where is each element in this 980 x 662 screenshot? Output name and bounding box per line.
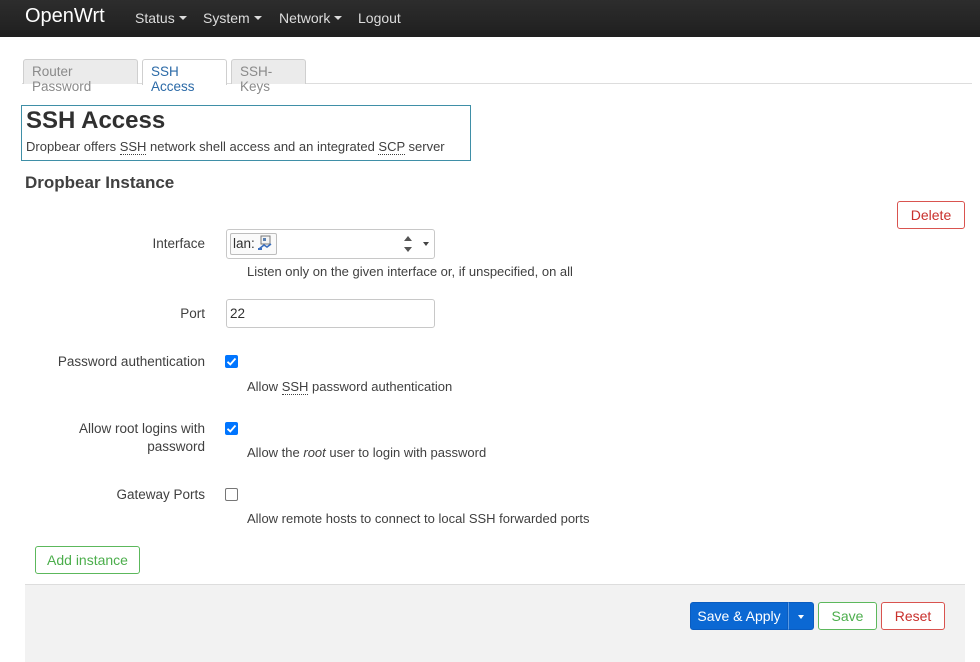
chevron-down-icon xyxy=(253,16,262,21)
menu-system-label: System xyxy=(203,10,250,26)
delete-button[interactable]: Delete xyxy=(897,201,965,229)
interface-spinner[interactable] xyxy=(403,234,413,254)
password-auth-label: Password authentication xyxy=(57,354,205,369)
page-title: SSH Access xyxy=(26,107,166,134)
abbr-ssh: SSH xyxy=(119,139,147,155)
menu-logout[interactable]: Logout xyxy=(358,10,401,26)
tab-router-password[interactable]: Router Password xyxy=(23,59,138,94)
desc-text: network shell access and an integrated xyxy=(146,139,379,154)
abbr-ssh: SSH xyxy=(281,379,309,395)
save-apply-button[interactable]: Save & Apply xyxy=(690,602,788,630)
root-login-checkbox[interactable] xyxy=(225,422,238,435)
hint-text: Allow the xyxy=(247,445,304,460)
root-login-hint: Allow the root user to login with passwo… xyxy=(247,445,486,460)
brand-logo[interactable]: OpenWrt xyxy=(25,5,105,28)
tab-ssh-keys[interactable]: SSH-Keys xyxy=(231,59,306,94)
interface-select[interactable]: lan: xyxy=(226,229,435,259)
hint-text: user to login with password xyxy=(325,445,487,460)
save-button[interactable]: Save xyxy=(818,602,877,630)
label-line: Allow root logins with xyxy=(78,421,205,436)
interface-chip: lan: xyxy=(230,233,277,255)
hint-text: Allow xyxy=(247,379,282,394)
gateway-ports-hint: Allow remote hosts to connect to local S… xyxy=(247,511,590,526)
gateway-ports-label: Gateway Ports xyxy=(116,487,205,502)
password-auth-hint: Allow SSH password authentication xyxy=(247,379,453,395)
root-login-label: Allow root logins with password xyxy=(15,420,205,456)
chevron-down-icon xyxy=(334,16,343,21)
chevron-down-icon xyxy=(798,615,804,619)
hint-emphasis: root xyxy=(303,445,326,460)
gateway-ports-checkbox[interactable] xyxy=(225,488,238,501)
reset-button[interactable]: Reset xyxy=(881,602,945,630)
password-auth-checkbox[interactable] xyxy=(225,355,238,368)
label-line: password xyxy=(147,439,205,454)
check-icon xyxy=(226,424,237,433)
abbr-scp: SCP xyxy=(378,139,405,155)
top-navbar: OpenWrt Status System Network Logout xyxy=(0,0,980,37)
desc-text: server xyxy=(404,139,445,154)
port-label: Port xyxy=(180,306,205,321)
menu-status[interactable]: Status xyxy=(135,10,187,26)
menu-network[interactable]: Network xyxy=(279,10,343,26)
menu-network-label: Network xyxy=(279,10,331,26)
add-instance-button[interactable]: Add instance xyxy=(35,546,140,574)
interface-hint: Listen only on the given interface or, i… xyxy=(247,264,573,279)
arrow-up-icon xyxy=(404,236,412,241)
port-input[interactable] xyxy=(226,299,435,328)
arrow-down-icon xyxy=(404,247,412,252)
menu-system[interactable]: System xyxy=(203,10,262,26)
chevron-down-icon[interactable] xyxy=(423,242,429,246)
page-header: SSH Access Dropbear offers SSH network s… xyxy=(21,105,471,161)
save-apply-dropdown-button[interactable] xyxy=(788,602,814,630)
hint-text: password authentication xyxy=(308,379,453,394)
interface-label: Interface xyxy=(152,236,205,251)
check-icon xyxy=(226,357,237,366)
interface-value: lan: xyxy=(233,236,255,251)
network-interface-icon xyxy=(257,235,273,251)
page-description: Dropbear offers SSH network shell access… xyxy=(26,139,445,155)
tab-ssh-access[interactable]: SSH Access xyxy=(142,59,227,94)
section-title: Dropbear Instance xyxy=(25,173,175,192)
desc-text: Dropbear offers xyxy=(26,139,120,154)
chevron-down-icon xyxy=(178,16,187,21)
menu-status-label: Status xyxy=(135,10,175,26)
